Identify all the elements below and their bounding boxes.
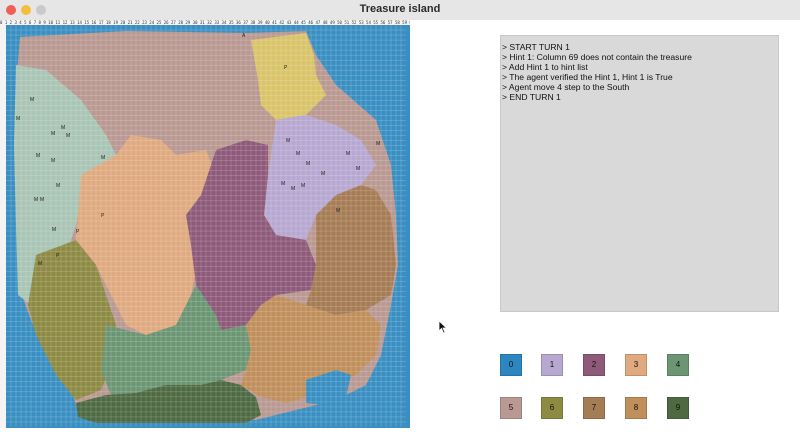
- app-content: 0 1 2 3 4 5 6 7 8 9 10 11 12 13 14 15 16…: [0, 20, 800, 438]
- mountain-marker: M: [34, 197, 38, 203]
- window-title: Treasure island: [359, 3, 441, 15]
- log-line: > Hint 1: Column 69 does not contain the…: [502, 52, 692, 62]
- mountain-marker: M: [51, 131, 55, 137]
- mountain-marker: M: [40, 197, 44, 203]
- mouse-pointer-icon: [438, 320, 448, 334]
- mountain-marker: M: [306, 161, 310, 167]
- mountain-marker: M: [346, 151, 350, 157]
- mountain-marker: M: [52, 227, 56, 233]
- legend-swatch-0: 0: [500, 354, 522, 376]
- log-line: > The agent verified the Hint 1, Hint 1 …: [502, 72, 673, 82]
- legend-swatch-6: 6: [541, 397, 563, 419]
- legend-swatch-2: 2: [583, 354, 605, 376]
- mountain-marker: M: [301, 183, 305, 189]
- mountain-marker: M: [16, 116, 20, 122]
- mountain-marker: M: [30, 97, 34, 103]
- mountain-marker: M: [36, 153, 40, 159]
- mountain-marker: M: [356, 166, 360, 172]
- log-line: > START TURN 1: [502, 42, 570, 52]
- map-grid[interactable]: MMMMM MMM MMMMMMMMMMMMMMMMPPPPA: [6, 25, 406, 427]
- mountain-marker: M: [101, 155, 105, 161]
- mountain-marker: M: [286, 138, 290, 144]
- treasure-map[interactable]: 0 1 2 3 4 5 6 7 8 9 10 11 12 13 14 15 16…: [0, 20, 410, 428]
- mountain-marker: M: [51, 158, 55, 164]
- legend-swatch-5: 5: [500, 397, 522, 419]
- mountain-marker: M: [296, 151, 300, 157]
- mountain-marker: M: [66, 133, 70, 139]
- log-line: > Add Hint 1 to hint list: [502, 62, 588, 72]
- mountain-marker: M: [56, 183, 60, 189]
- log-line: > Agent move 4 step to the South: [502, 82, 630, 92]
- legend-swatch-7: 7: [583, 397, 605, 419]
- title-bar: Treasure island: [0, 0, 800, 21]
- mountain-marker: M: [291, 186, 295, 192]
- mountain-marker: M: [61, 125, 65, 131]
- legend-swatch-1: 1: [541, 354, 563, 376]
- mountain-marker: M: [336, 208, 340, 214]
- grid-lines: [6, 25, 406, 427]
- legend-swatch-4: 4: [667, 354, 689, 376]
- mountain-marker: M: [281, 181, 285, 187]
- game-log: > START TURN 1 > Hint 1: Column 69 does …: [500, 35, 779, 312]
- mountain-marker: M: [321, 171, 325, 177]
- legend-swatch-9: 9: [667, 397, 689, 419]
- legend-swatch-8: 8: [625, 397, 647, 419]
- mountain-marker: M: [376, 141, 380, 147]
- legend-swatch-3: 3: [625, 354, 647, 376]
- log-line: > END TURN 1: [502, 92, 561, 102]
- mountain-marker: M: [38, 261, 42, 267]
